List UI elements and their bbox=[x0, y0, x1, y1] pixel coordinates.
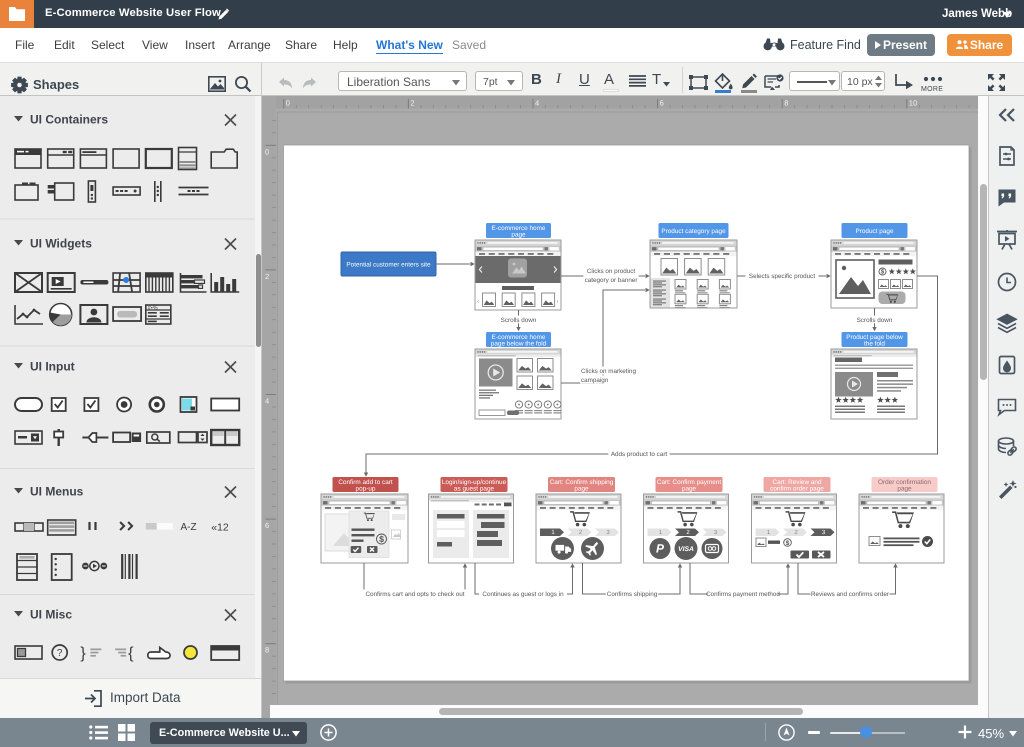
svg-text:Potential customer enters site: Potential customer enters site bbox=[346, 262, 431, 269]
svg-text:«12: «12 bbox=[211, 522, 229, 534]
svg-text:$: $ bbox=[881, 269, 885, 276]
svg-text:VISA: VISA bbox=[678, 546, 694, 553]
svg-text:Scrolls down: Scrolls down bbox=[857, 317, 893, 324]
svg-text:Selects specific product: Selects specific product bbox=[749, 273, 815, 280]
svg-text:the fold: the fold bbox=[864, 340, 885, 347]
svg-text:Product page: Product page bbox=[855, 228, 893, 235]
svg-text:2: 2 bbox=[410, 99, 414, 108]
svg-text:0: 0 bbox=[286, 99, 290, 108]
svg-text:page: page bbox=[574, 485, 589, 492]
svg-text:}: } bbox=[80, 645, 86, 662]
svg-text:campaign: campaign bbox=[581, 377, 609, 384]
svg-text:8: 8 bbox=[784, 99, 788, 108]
svg-text:?: ? bbox=[57, 648, 63, 659]
svg-text:Clicks on marketing: Clicks on marketing bbox=[581, 368, 636, 375]
svg-text:UI Widgets: UI Widgets bbox=[30, 237, 92, 251]
svg-text:Confirms shipping: Confirms shipping bbox=[607, 591, 658, 598]
svg-text:page: page bbox=[511, 231, 526, 238]
svg-text:$: $ bbox=[786, 540, 790, 547]
svg-text:8: 8 bbox=[265, 646, 269, 655]
svg-text:page: page bbox=[897, 485, 912, 492]
svg-text:10: 10 bbox=[909, 99, 917, 108]
svg-text:page: page bbox=[682, 485, 697, 492]
svg-text:Reviews and confirms order: Reviews and confirms order bbox=[811, 591, 889, 598]
svg-text:Clicks on product: Clicks on product bbox=[587, 268, 636, 275]
svg-text:category or banner: category or banner bbox=[585, 277, 638, 284]
svg-text:pop-up: pop-up bbox=[356, 485, 376, 492]
svg-text:Scrolls down: Scrolls down bbox=[501, 317, 537, 324]
svg-text:‹: ‹ bbox=[477, 299, 479, 305]
svg-text:UI Containers: UI Containers bbox=[30, 113, 108, 127]
svg-text:UI Misc: UI Misc bbox=[30, 608, 72, 622]
svg-text:$: $ bbox=[379, 534, 384, 544]
svg-text:UI Menus: UI Menus bbox=[30, 485, 84, 499]
svg-text:6: 6 bbox=[265, 521, 269, 530]
svg-text:4: 4 bbox=[535, 99, 539, 108]
svg-text:Confirms payment method: Confirms payment method bbox=[706, 591, 780, 598]
svg-text:P: P bbox=[656, 542, 665, 556]
svg-text:as guest page: as guest page bbox=[454, 485, 495, 492]
svg-text:6: 6 bbox=[660, 99, 664, 108]
svg-text:2: 2 bbox=[265, 272, 269, 281]
svg-text:›: › bbox=[557, 299, 559, 305]
svg-text:page below the fold: page below the fold bbox=[491, 340, 547, 347]
svg-text:Continues as guest or logs in: Continues as guest or logs in bbox=[482, 591, 564, 598]
svg-text:Adds product to cart: Adds product to cart bbox=[611, 451, 668, 458]
svg-text:UI Input: UI Input bbox=[30, 360, 75, 374]
svg-text:0: 0 bbox=[265, 147, 269, 156]
svg-text:Confirms cart and opts to chec: Confirms cart and opts to check out bbox=[365, 591, 464, 598]
svg-text:4: 4 bbox=[265, 397, 269, 406]
svg-text:confirm order page: confirm order page bbox=[770, 485, 824, 492]
svg-text:#•%: #•% bbox=[148, 305, 158, 311]
svg-text:A-Z: A-Z bbox=[181, 522, 197, 533]
svg-text:{: { bbox=[128, 645, 134, 662]
svg-text:Product category page: Product category page bbox=[661, 228, 726, 235]
